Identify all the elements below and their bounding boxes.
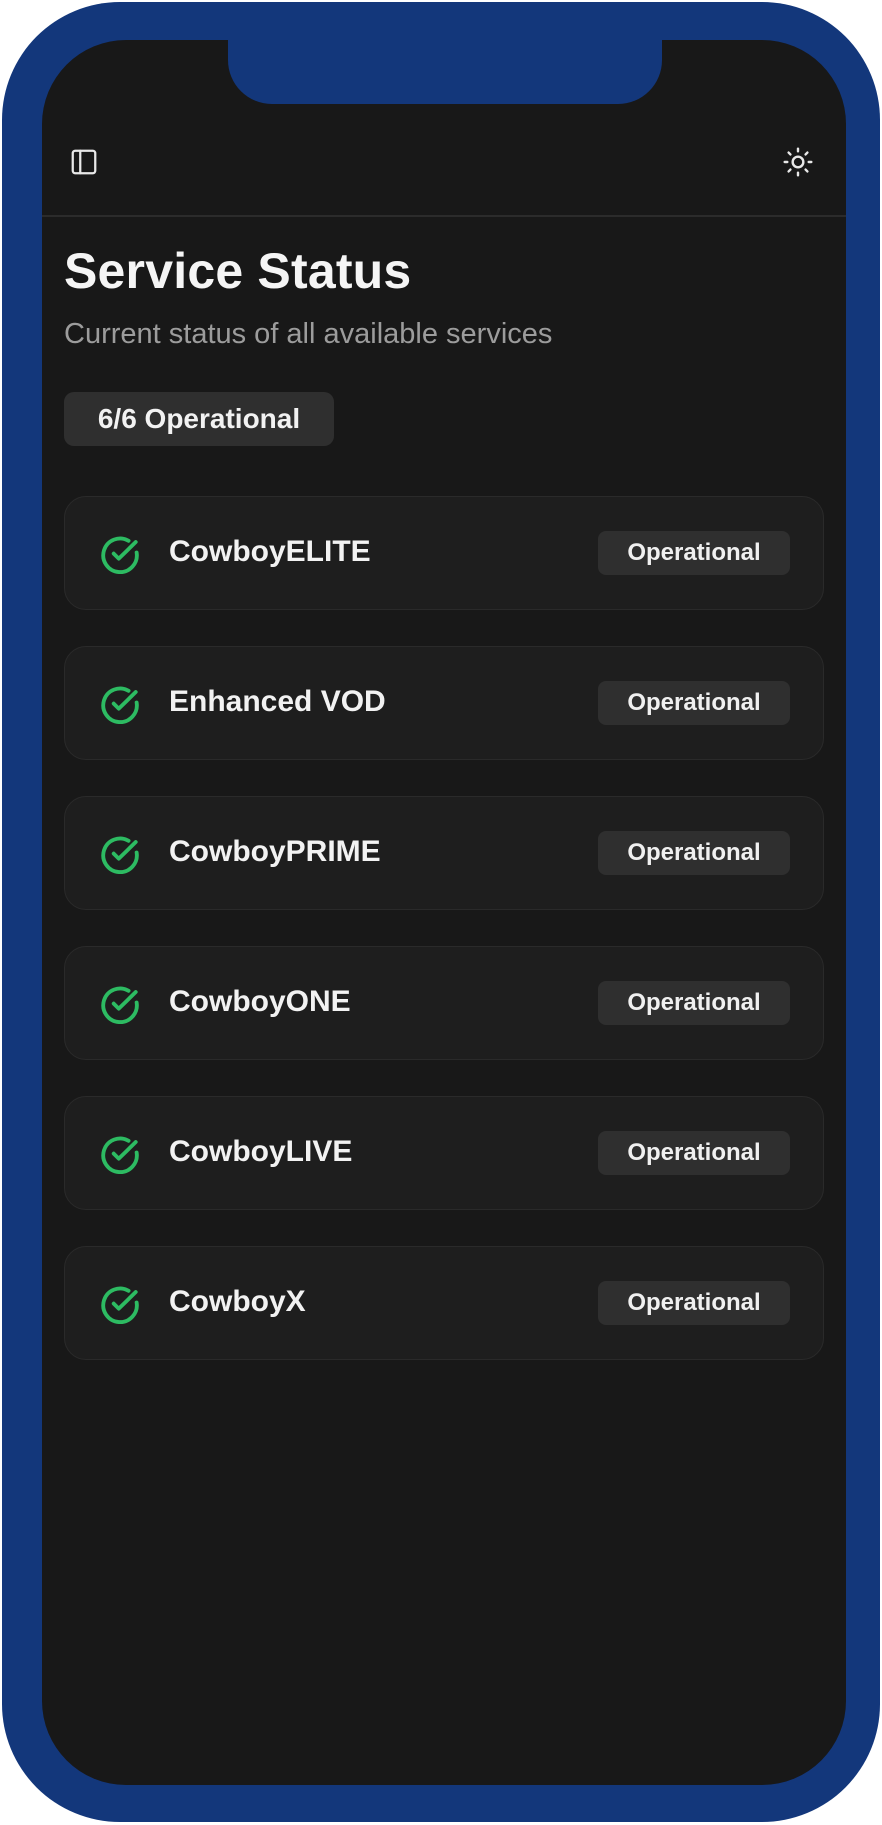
sun-icon [783, 147, 813, 177]
service-card-3[interactable]: CowboyONE Operational [64, 946, 824, 1060]
check-circle-icon [101, 1136, 139, 1174]
check-circle-icon [101, 986, 139, 1024]
service-name: CowboyONE [169, 985, 351, 1018]
operational-summary-badge: 6/6 Operational [64, 392, 334, 446]
check-circle-icon [101, 536, 139, 574]
page-title: Service Status [64, 243, 412, 299]
service-list: CowboyELITE Operational Enhanced VOD Ope… [64, 496, 826, 1396]
status-badge: Operational [598, 831, 790, 875]
top-bar [42, 40, 846, 217]
check-circle-icon [101, 1286, 139, 1324]
service-name: CowboyX [169, 1285, 306, 1318]
app-screen: Service Status Current status of all ava… [42, 40, 846, 1785]
theme-toggle-button[interactable] [776, 140, 820, 184]
check-circle-icon [101, 836, 139, 874]
page-subtitle: Current status of all available services [64, 318, 553, 350]
status-badge: Operational [598, 1131, 790, 1175]
check-circle-icon [101, 686, 139, 724]
sidebar-panel-icon [71, 149, 97, 175]
status-badge: Operational [598, 981, 790, 1025]
service-card-4[interactable]: CowboyLIVE Operational [64, 1096, 824, 1210]
service-name: CowboyELITE [169, 535, 371, 568]
status-badge: Operational [598, 531, 790, 575]
service-name: CowboyPRIME [169, 835, 381, 868]
service-name: CowboyLIVE [169, 1135, 353, 1168]
sidebar-toggle-button[interactable] [62, 140, 106, 184]
service-card-1[interactable]: Enhanced VOD Operational [64, 646, 824, 760]
status-badge: Operational [598, 681, 790, 725]
service-card-2[interactable]: CowboyPRIME Operational [64, 796, 824, 910]
service-name: Enhanced VOD [169, 685, 386, 718]
service-card-0[interactable]: CowboyELITE Operational [64, 496, 824, 610]
service-card-5[interactable]: CowboyX Operational [64, 1246, 824, 1360]
device-frame: Service Status Current status of all ava… [2, 2, 880, 1822]
status-badge: Operational [598, 1281, 790, 1325]
